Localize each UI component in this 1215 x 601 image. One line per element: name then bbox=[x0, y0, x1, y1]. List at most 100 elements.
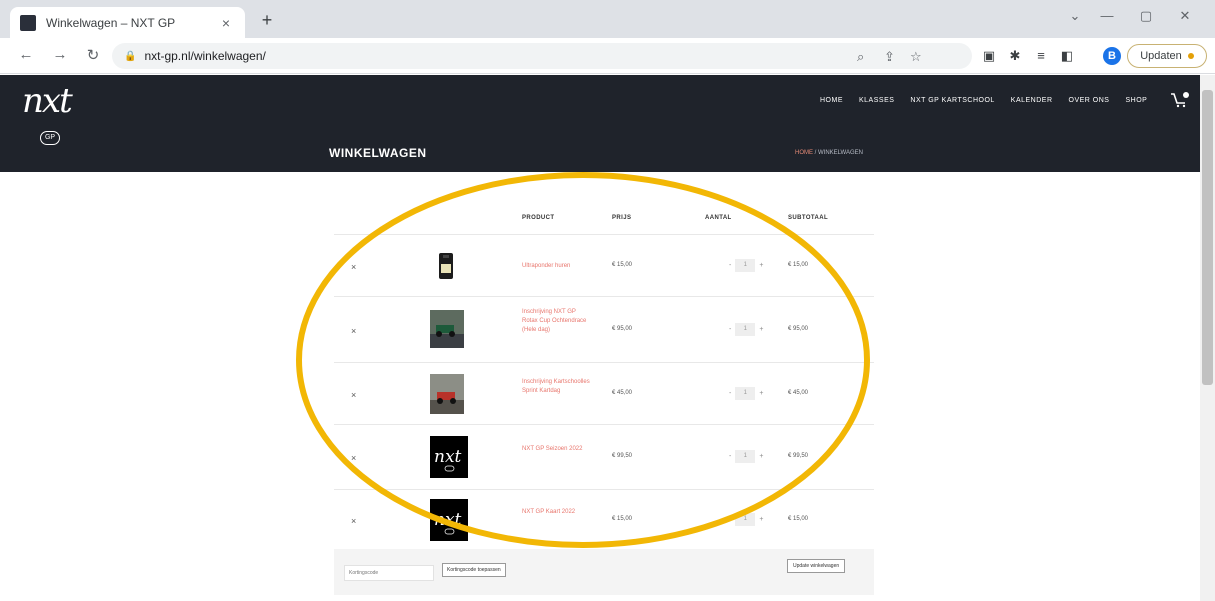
extension-icon[interactable]: ▣ bbox=[980, 48, 998, 64]
new-tab-button[interactable]: + bbox=[256, 10, 278, 32]
product-subtotal: € 95,00 bbox=[788, 326, 809, 332]
product-thumbnail[interactable] bbox=[430, 250, 462, 282]
profile-avatar[interactable]: B bbox=[1103, 47, 1121, 65]
header-price: PRIJS bbox=[612, 215, 632, 221]
update-browser-button[interactable]: Updaten bbox=[1127, 44, 1207, 68]
product-name-link[interactable]: Inschrijving NXT GP Rotax Cup Ochtendrac… bbox=[522, 308, 592, 335]
quantity-stepper[interactable]: - 1 + bbox=[729, 450, 763, 463]
header-subtotal: SUBTOTAAL bbox=[788, 215, 829, 221]
nav-kartschool[interactable]: NXT GP KARTSCHOOL bbox=[910, 97, 994, 104]
qty-input[interactable]: 1 bbox=[735, 513, 756, 526]
update-dot-icon bbox=[1187, 53, 1194, 59]
cart-row: × nxt NXT GP Kaart 2022 € 15,00 - 1 + € … bbox=[334, 490, 874, 549]
product-subtotal: € 15,00 bbox=[788, 516, 809, 522]
remove-item-icon[interactable]: × bbox=[351, 516, 356, 526]
tab-close-icon[interactable]: × bbox=[217, 15, 235, 31]
page-title: WINKELWAGEN bbox=[329, 146, 427, 160]
share-icon[interactable]: ⇪ bbox=[884, 49, 895, 65]
cart-row: × Inschrijving NXT GP Rotax Cup Ochtendr… bbox=[334, 297, 874, 363]
qty-input[interactable]: 1 bbox=[735, 387, 756, 400]
reload-icon[interactable]: ↻ bbox=[83, 46, 103, 64]
forward-icon[interactable]: → bbox=[50, 46, 70, 63]
breadcrumb-home[interactable]: HOME bbox=[795, 150, 813, 156]
nav-shop[interactable]: SHOP bbox=[1125, 97, 1147, 104]
quantity-stepper[interactable]: - 1 + bbox=[729, 323, 763, 336]
product-price: € 15,00 bbox=[612, 516, 633, 522]
product-subtotal: € 99,50 bbox=[788, 453, 809, 459]
cart-icon[interactable] bbox=[1170, 91, 1190, 109]
quantity-stepper[interactable]: - 1 + bbox=[729, 387, 763, 400]
sidepanel-icon[interactable]: ◧ bbox=[1058, 48, 1076, 64]
product-price: € 99,50 bbox=[612, 453, 633, 459]
svg-text:nxt: nxt bbox=[434, 510, 462, 530]
back-icon[interactable]: ← bbox=[16, 46, 36, 63]
lock-icon: 🔒 bbox=[124, 50, 137, 62]
qty-minus-button[interactable]: - bbox=[729, 453, 731, 460]
logo-gp-badge: GP bbox=[40, 131, 60, 145]
breadcrumb-current: / WINKELWAGEN bbox=[813, 150, 864, 156]
close-window-icon[interactable]: ✕ bbox=[1170, 8, 1200, 24]
remove-item-icon[interactable]: × bbox=[351, 326, 356, 336]
qty-plus-button[interactable]: + bbox=[759, 390, 763, 397]
remove-item-icon[interactable]: × bbox=[351, 390, 356, 400]
puzzle-icon[interactable]: ✱ bbox=[1006, 48, 1024, 64]
product-name-link[interactable]: NXT GP Kaart 2022 bbox=[522, 508, 592, 517]
scrollbar-thumb[interactable] bbox=[1202, 90, 1213, 385]
cart-table-header: PRODUCT PRIJS AANTAL SUBTOTAAL bbox=[334, 208, 874, 235]
remove-item-icon[interactable]: × bbox=[351, 453, 356, 463]
product-price: € 45,00 bbox=[612, 390, 633, 396]
tab-title: Winkelwagen – NXT GP bbox=[46, 15, 176, 30]
address-bar[interactable]: 🔒 nxt-gp.nl/winkelwagen/ ⌕ ⇪ ☆ bbox=[112, 43, 972, 69]
nav-klasses[interactable]: KLASSES bbox=[859, 97, 894, 104]
nav-over-ons[interactable]: OVER ONS bbox=[1069, 97, 1110, 104]
qty-plus-button[interactable]: + bbox=[759, 453, 763, 460]
breadcrumb: HOME / WINKELWAGEN bbox=[795, 150, 863, 156]
product-subtotal: € 15,00 bbox=[788, 262, 809, 268]
minimize-icon[interactable]: — bbox=[1092, 8, 1122, 23]
qty-plus-button[interactable]: + bbox=[759, 516, 763, 523]
site-logo[interactable]: nxt bbox=[22, 81, 73, 121]
nav-home[interactable]: HOME bbox=[820, 97, 843, 104]
product-thumbnail[interactable]: nxt bbox=[430, 436, 468, 478]
tab-search-icon[interactable]: ⌄ bbox=[1060, 8, 1090, 24]
qty-input[interactable]: 1 bbox=[735, 450, 756, 463]
update-cart-button[interactable]: Update winkelwagen bbox=[787, 559, 846, 573]
nav-kalender[interactable]: KALENDER bbox=[1011, 97, 1053, 104]
cart-row: × nxt NXT GP Seizoen 2022 € 99,50 - 1 + … bbox=[334, 425, 874, 490]
coupon-input[interactable] bbox=[344, 565, 434, 581]
qty-minus-button[interactable]: - bbox=[729, 516, 731, 523]
qty-input[interactable]: 1 bbox=[735, 259, 756, 272]
qty-minus-button[interactable]: - bbox=[729, 390, 731, 397]
url-text[interactable]: nxt-gp.nl/winkelwagen/ bbox=[144, 49, 265, 63]
zoom-icon[interactable]: ⌕ bbox=[857, 49, 864, 65]
product-thumbnail[interactable] bbox=[430, 374, 464, 414]
quantity-stepper[interactable]: - 1 + bbox=[729, 259, 763, 272]
product-name-link[interactable]: Inschrijving Kartschoolles Sprint Kartda… bbox=[522, 378, 592, 396]
site-header: nxt GP HOME KLASSES NXT GP KARTSCHOOL KA… bbox=[0, 75, 1200, 172]
product-thumbnail[interactable] bbox=[430, 310, 464, 348]
cart-row: × Ultraponder huren € 15,00 - 1 + € 15,0… bbox=[334, 235, 874, 297]
main-nav: HOME KLASSES NXT GP KARTSCHOOL KALENDER … bbox=[820, 97, 1147, 104]
product-price: € 15,00 bbox=[612, 262, 633, 268]
qty-minus-button[interactable]: - bbox=[729, 326, 731, 333]
product-name-link[interactable]: Ultraponder huren bbox=[522, 262, 592, 271]
qty-input[interactable]: 1 bbox=[735, 323, 756, 336]
product-thumbnail[interactable]: nxt bbox=[430, 499, 468, 541]
browser-tabstrip: Winkelwagen – NXT GP × + ⌄ — ▢ ✕ bbox=[0, 0, 1215, 38]
product-name-link[interactable]: NXT GP Seizoen 2022 bbox=[522, 445, 592, 454]
media-icon[interactable]: ≡ bbox=[1032, 48, 1050, 63]
cart-actions: Kortingscode toepassen Update winkelwage… bbox=[334, 549, 874, 595]
maximize-icon[interactable]: ▢ bbox=[1131, 8, 1161, 24]
remove-item-icon[interactable]: × bbox=[351, 262, 356, 272]
quantity-stepper[interactable]: - 1 + bbox=[729, 513, 763, 526]
qty-plus-button[interactable]: + bbox=[759, 326, 763, 333]
cart-row: × Inschrijving Kartschoolles Sprint Kart… bbox=[334, 363, 874, 425]
qty-plus-button[interactable]: + bbox=[759, 262, 763, 269]
browser-tab[interactable]: Winkelwagen – NXT GP × bbox=[10, 7, 245, 38]
header-quantity: AANTAL bbox=[705, 215, 732, 221]
star-icon[interactable]: ☆ bbox=[910, 49, 922, 65]
product-price: € 95,00 bbox=[612, 326, 633, 332]
header-product: PRODUCT bbox=[522, 215, 555, 221]
qty-minus-button[interactable]: - bbox=[729, 262, 731, 269]
apply-coupon-button[interactable]: Kortingscode toepassen bbox=[442, 563, 506, 577]
